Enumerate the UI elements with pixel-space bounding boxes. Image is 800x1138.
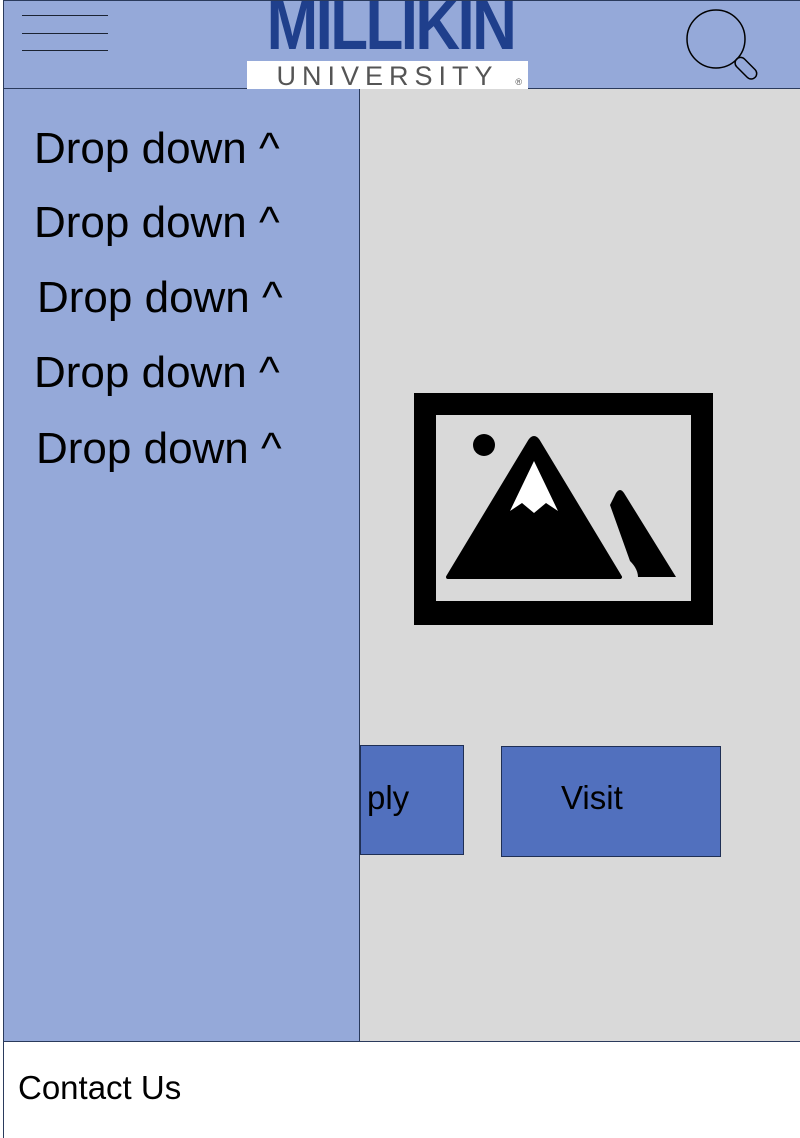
sidebar-dropdown-5[interactable]: Drop down ^ bbox=[36, 424, 282, 474]
apply-button-label: ply bbox=[367, 779, 410, 816]
logo-wordmark: MILLIKIN bbox=[266, 1, 517, 65]
sidebar-dropdown-3[interactable]: Drop down ^ bbox=[37, 273, 283, 323]
sidebar-menu: Drop down ^ Drop down ^ Drop down ^ Drop… bbox=[3, 89, 360, 1041]
site-footer: Contact Us bbox=[3, 1041, 800, 1138]
visit-button[interactable]: Visit bbox=[501, 746, 721, 857]
contact-us-link[interactable]: Contact Us bbox=[18, 1069, 181, 1107]
visit-button-label: Visit bbox=[561, 779, 623, 816]
university-logo[interactable]: MILLIKIN UNIVERSITY ® bbox=[247, 1, 528, 90]
sidebar-dropdown-4[interactable]: Drop down ^ bbox=[34, 348, 280, 398]
site-header: MILLIKIN UNIVERSITY ® bbox=[3, 0, 800, 90]
sidebar-dropdown-2[interactable]: Drop down ^ bbox=[34, 198, 280, 248]
logo-subtitle: UNIVERSITY bbox=[276, 61, 499, 90]
apply-button[interactable]: ply bbox=[360, 745, 464, 855]
main-content: ply Visit bbox=[360, 89, 800, 1041]
logo-registered-mark: ® bbox=[515, 77, 522, 87]
image-icon bbox=[414, 393, 713, 625]
sidebar-dropdown-1[interactable]: Drop down ^ bbox=[34, 124, 280, 174]
search-icon[interactable] bbox=[682, 7, 764, 85]
hamburger-menu-icon[interactable] bbox=[22, 13, 112, 53]
